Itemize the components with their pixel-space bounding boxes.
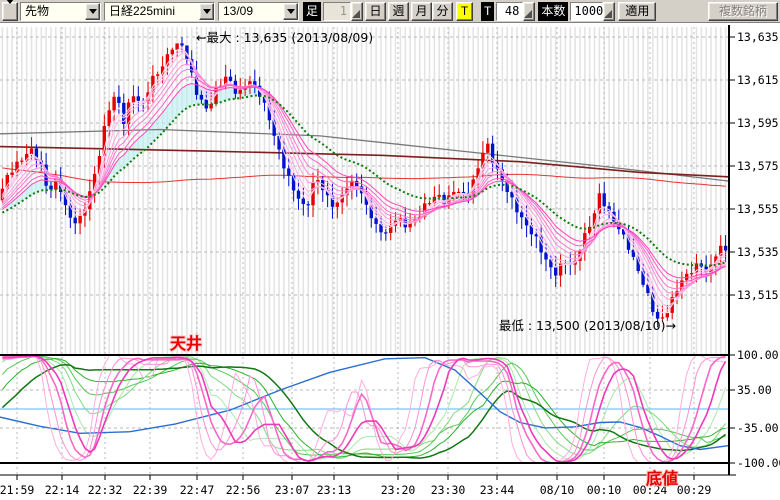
spinner-arrow-icon	[524, 10, 532, 18]
svg-text:-35.00: -35.00	[737, 421, 779, 435]
svg-text:最低 : 13,500 (2013/08/10)→: 最低 : 13,500 (2013/08/10)→	[499, 318, 676, 333]
svg-text:23:30: 23:30	[431, 483, 466, 497]
svg-text:23:20: 23:20	[381, 483, 416, 497]
spinner-arrow-icon	[604, 10, 612, 18]
svg-text:00:10: 00:10	[587, 483, 622, 497]
svg-text:22:56: 22:56	[226, 483, 261, 497]
svg-text:22:14: 22:14	[45, 483, 80, 497]
svg-text:底値: 底値	[646, 469, 678, 488]
chevron-down-icon[interactable]	[199, 3, 214, 20]
multi-symbol-button: 複数銘柄	[708, 2, 778, 21]
svg-text:←最大 : 13,635 (2013/08/09): ←最大 : 13,635 (2013/08/09)	[196, 30, 373, 45]
svg-text:13,635: 13,635	[737, 30, 779, 44]
svg-text:23:44: 23:44	[480, 483, 515, 497]
svg-text:08/10: 08/10	[540, 483, 575, 497]
interval-spinner[interactable]: 1	[323, 2, 351, 21]
category-value: 先物	[21, 3, 85, 20]
svg-text:100.00: 100.00	[737, 348, 779, 362]
symbol-value: 日経225mini	[105, 3, 199, 20]
count-badge: 本数	[538, 2, 568, 21]
month-button[interactable]: 月	[411, 2, 432, 21]
apply-button[interactable]: 適用	[618, 2, 656, 21]
chevron-down-icon[interactable]	[283, 3, 298, 20]
chevron-down-icon[interactable]	[85, 3, 100, 20]
svg-text:21:59: 21:59	[0, 483, 34, 497]
svg-text:13,615: 13,615	[737, 73, 779, 87]
svg-text:天井: 天井	[170, 334, 202, 353]
svg-text:13,515: 13,515	[737, 288, 779, 302]
week-button[interactable]: 週	[388, 2, 409, 21]
svg-text:-100.00: -100.00	[737, 456, 780, 470]
tick-button[interactable]: T	[456, 2, 473, 21]
svg-text:23:07: 23:07	[275, 483, 310, 497]
toolbar: 先物 日経225mini 13/09 足 1 日 週 月 分 T T 48 本数…	[0, 0, 780, 23]
t-badge: T	[481, 2, 494, 21]
rci-panel	[0, 355, 728, 463]
count-spinner-button[interactable]	[603, 2, 615, 21]
bar-type-badge: 足	[303, 2, 321, 21]
svg-text:13,595: 13,595	[737, 116, 779, 130]
interval-spinner-button[interactable]	[351, 2, 363, 21]
svg-text:13,575: 13,575	[737, 159, 779, 173]
price-chart-canvas[interactable]: 13,635 13,615 13,595 13,575 13,555 13,535 13,5…	[0, 23, 780, 500]
contract-value: 13/09	[219, 3, 283, 20]
svg-text:13,535: 13,535	[737, 245, 779, 259]
chart-app-window: 先物 日経225mini 13/09 足 1 日 週 月 分 T T 48 本数…	[0, 0, 780, 500]
spinner-arrow-icon	[352, 10, 360, 18]
svg-text:22:32: 22:32	[88, 483, 123, 497]
quick-select-dropdown-button[interactable]	[2, 2, 18, 21]
t-value-spinner[interactable]: 48	[496, 2, 523, 21]
count-spinner[interactable]: 1000	[570, 2, 603, 21]
svg-text:22:47: 22:47	[180, 483, 215, 497]
contract-month-combobox[interactable]: 13/09	[218, 2, 299, 21]
day-button[interactable]: 日	[365, 2, 386, 21]
svg-text:23:13: 23:13	[317, 483, 352, 497]
svg-text:22:39: 22:39	[133, 483, 168, 497]
futures-category-combobox[interactable]: 先物	[20, 2, 101, 21]
chevron-down-icon	[6, 0, 14, 22]
minute-button[interactable]: 分	[432, 2, 453, 21]
symbol-combobox[interactable]: 日経225mini	[104, 2, 215, 21]
t-spinner-button[interactable]	[523, 2, 535, 21]
chart-area[interactable]: 13,635 13,615 13,595 13,575 13,555 13,535 13,5…	[0, 23, 780, 500]
svg-text:00:29: 00:29	[677, 483, 712, 497]
svg-text:13,555: 13,555	[737, 202, 779, 216]
svg-text:35.00: 35.00	[737, 383, 772, 397]
